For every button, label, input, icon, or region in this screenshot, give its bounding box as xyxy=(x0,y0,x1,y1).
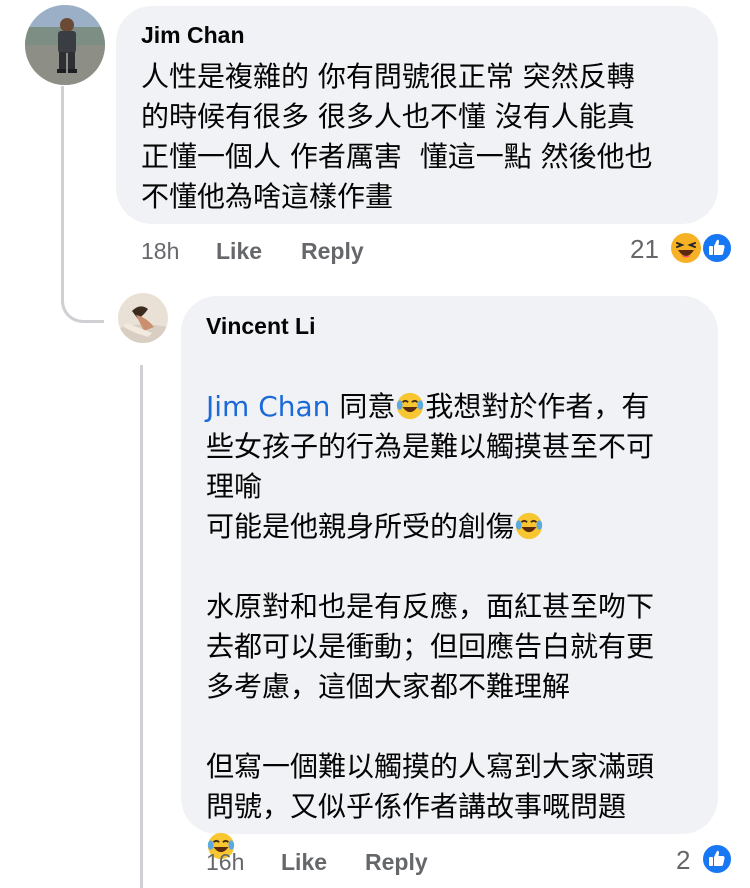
reply-reply-label[interactable]: Reply xyxy=(365,849,428,875)
thread-line-curve xyxy=(61,280,104,323)
like-icon[interactable] xyxy=(701,232,733,264)
avatar-jim-chan[interactable] xyxy=(25,5,105,85)
reply-text-rest1: 些女孩子的行為是難以觸摸甚至不可 理喻 可能是他親身所受的創傷 xyxy=(206,430,655,543)
thread-line-main xyxy=(61,86,64,304)
reply-reply-button[interactable]: Reply xyxy=(365,849,428,876)
reply-time[interactable]: 16h xyxy=(206,849,244,876)
reply-text-line1a: 同意 xyxy=(330,390,396,423)
comment-like-label[interactable]: Like xyxy=(216,238,262,264)
reply-like-label[interactable]: Like xyxy=(281,849,327,875)
comment-author[interactable]: Jim Chan xyxy=(141,22,245,49)
comment-like-button[interactable]: Like xyxy=(216,238,262,265)
like-icon[interactable] xyxy=(701,843,733,875)
reply-text: Jim Chan 同意 我想對於作者，有 些女孩子的行為是難以觸摸甚至不可 理喻 … xyxy=(206,347,706,867)
mention-link[interactable]: Jim Chan xyxy=(206,390,330,423)
comment-reply-label[interactable]: Reply xyxy=(301,238,364,264)
haha-icon[interactable] xyxy=(670,232,702,264)
laugh-cry-emoji xyxy=(515,512,543,540)
laugh-cry-emoji xyxy=(397,392,424,420)
comment-time[interactable]: 18h xyxy=(141,238,179,265)
avatar-vincent-li[interactable] xyxy=(118,293,168,343)
thread-line-reply xyxy=(140,365,143,888)
reply-reaction-count[interactable]: 2 xyxy=(676,845,690,876)
reply-like-button[interactable]: Like xyxy=(281,849,327,876)
comment-reply-button[interactable]: Reply xyxy=(301,238,364,265)
reply-text-rest2: 水原對和也是有反應，面紅甚至吻下 去都可以是衝動；但回應告白就有更 多考慮，這個… xyxy=(206,590,655,823)
comment-reaction-count[interactable]: 21 xyxy=(630,234,659,265)
comment-text: 人性是複雜的 你有問號很正常 突然反轉 的時候有很多 很多人也不懂 沒有人能真 … xyxy=(141,60,653,213)
reply-author[interactable]: Vincent Li xyxy=(206,313,316,340)
reply-text-line1b: 我想對於作者，有 xyxy=(425,390,650,423)
